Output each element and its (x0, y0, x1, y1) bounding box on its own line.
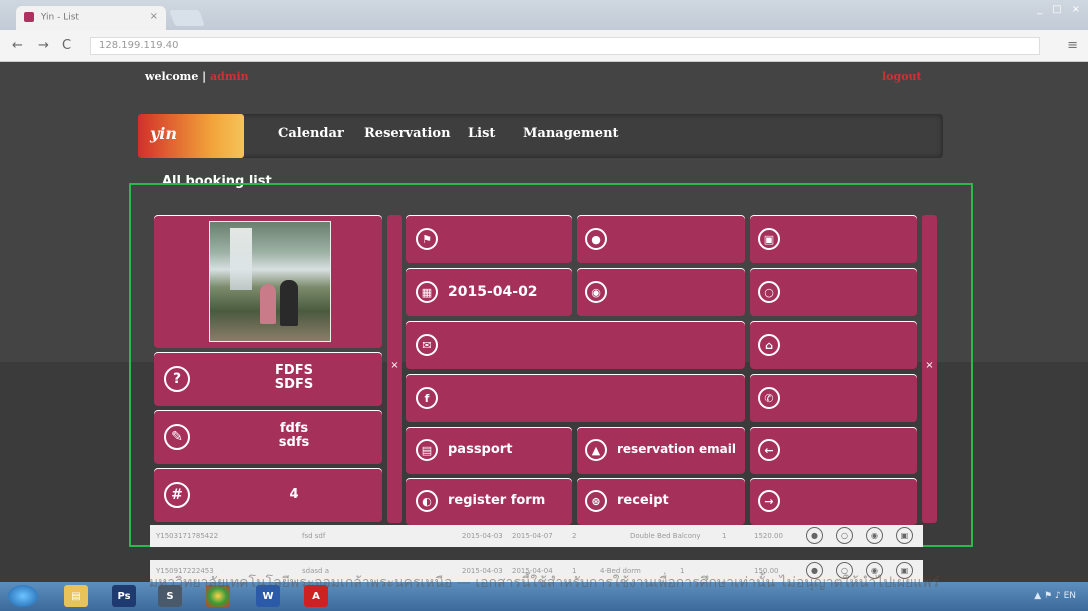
guest-note: fdfs sdfs (278, 421, 310, 450)
reload-button[interactable]: C (62, 38, 71, 53)
receipt-icon: ⊛ (585, 490, 607, 512)
facebook-icon: f (416, 387, 438, 409)
help-icon: ? (164, 366, 190, 392)
receipt-button[interactable]: ⊛ receipt (577, 478, 745, 525)
main-menu: yin Calendar Reservation List Management (138, 114, 943, 158)
bed-icon[interactable]: ◉ (866, 527, 883, 544)
door-icon: ▣ (758, 228, 780, 250)
guest-photo-card (154, 215, 382, 348)
browser-tab[interactable]: Yin - List × (16, 6, 166, 30)
logout-link[interactable]: logout (882, 70, 922, 83)
phone-card: ✆ (750, 374, 917, 422)
guest-name: FDFS SDFS (274, 363, 314, 392)
mail-icon: ✉ (416, 334, 438, 356)
next-button[interactable]: → (750, 478, 917, 525)
calendar-icon: ▦ (416, 281, 438, 303)
register-form-button[interactable]: ◐ register form (406, 478, 572, 525)
minimize-button[interactable]: _ (1037, 4, 1042, 15)
prev-button[interactable]: ← (750, 427, 917, 474)
arrow-right-icon: → (758, 490, 780, 512)
close-right-button[interactable]: × (922, 215, 937, 523)
count-card: # 4 (154, 468, 382, 522)
web-page: welcome | admin logout yin Calendar Rese… (0, 62, 1088, 582)
menu-reservation[interactable]: Reservation (364, 126, 451, 141)
close-window-button[interactable]: × (1072, 4, 1080, 15)
back-button[interactable]: ← (12, 38, 23, 53)
reservation-email-label: reservation email (617, 442, 736, 456)
bulb-icon: ○ (758, 281, 780, 303)
person-icon[interactable]: ● (806, 527, 823, 544)
tab-close-button[interactable]: × (150, 11, 158, 22)
name-card: ? FDFS SDFS (154, 352, 382, 406)
person-card: ● (577, 215, 745, 263)
reservation-email-button[interactable]: ▲ reservation email (577, 427, 745, 474)
forward-button[interactable]: → (38, 38, 49, 53)
email-card: ✉ (406, 321, 745, 369)
menu-calendar[interactable]: Calendar (278, 126, 344, 141)
watermark-text: มหาวิทยาลัยเทคโนโลยีพระจอมเกล้าพระนครเหน… (148, 575, 940, 591)
note-card: ✎ fdfs sdfs (154, 410, 382, 464)
new-tab-button[interactable] (169, 10, 205, 26)
receipt-label: receipt (617, 493, 669, 508)
arrow-left-icon: ← (758, 439, 780, 461)
edit-icon[interactable]: ○ (836, 527, 853, 544)
username-link[interactable]: admin (210, 70, 249, 83)
date-card: ▦ 2015-04-02 (406, 268, 572, 316)
guest-photo (209, 221, 331, 342)
email-doc-icon: ▲ (585, 439, 607, 461)
close-left-button[interactable]: × (387, 215, 402, 523)
register-icon: ◐ (416, 490, 438, 512)
bed-card: ◉ (577, 268, 745, 316)
maximize-button[interactable]: □ (1052, 4, 1061, 15)
favicon-icon (24, 12, 34, 22)
browser-menu-button[interactable]: ≡ (1067, 38, 1078, 53)
register-form-label: register form (448, 493, 546, 508)
bulb-card: ○ (750, 268, 917, 316)
door-card: ▣ (750, 215, 917, 263)
menu-list[interactable]: List (468, 126, 495, 141)
window-controls: _ □ × (1037, 4, 1080, 15)
bed-icon: ◉ (585, 281, 607, 303)
guest-count: 4 (289, 487, 299, 502)
welcome-text: welcome | admin (145, 70, 249, 83)
address-card: ⌂ (750, 321, 917, 369)
passport-label: passport (448, 442, 513, 457)
menu-management[interactable]: Management (523, 126, 619, 141)
phone-icon: ✆ (758, 387, 780, 409)
hash-icon: # (164, 482, 190, 508)
facebook-card: f (406, 374, 745, 422)
flag-icon: ⚑ (416, 228, 438, 250)
tab-bar: Yin - List × _ □ × (0, 0, 1088, 30)
note-icon: ✎ (164, 424, 190, 450)
passport-icon: ▤ (416, 439, 438, 461)
passport-button[interactable]: ▤ passport (406, 427, 572, 474)
door-icon[interactable]: ▣ (896, 527, 913, 544)
url-input[interactable]: 128.199.119.40 (90, 37, 1040, 55)
table-row[interactable]: Y1503171785422 fsd sdf 2015-04-03 2015-0… (150, 525, 923, 547)
tab-title: Yin - List (40, 12, 79, 23)
address-bar-area: ← → C 128.199.119.40 ≡ (0, 30, 1088, 62)
checkin-date: 2015-04-02 (448, 284, 538, 300)
home-icon: ⌂ (758, 334, 780, 356)
logo[interactable]: yin (138, 114, 244, 158)
flag-card: ⚑ (406, 215, 572, 263)
browser-window: Yin - List × _ □ × ← → C 128.199.119.40 … (0, 0, 1088, 611)
person-icon: ● (585, 228, 607, 250)
